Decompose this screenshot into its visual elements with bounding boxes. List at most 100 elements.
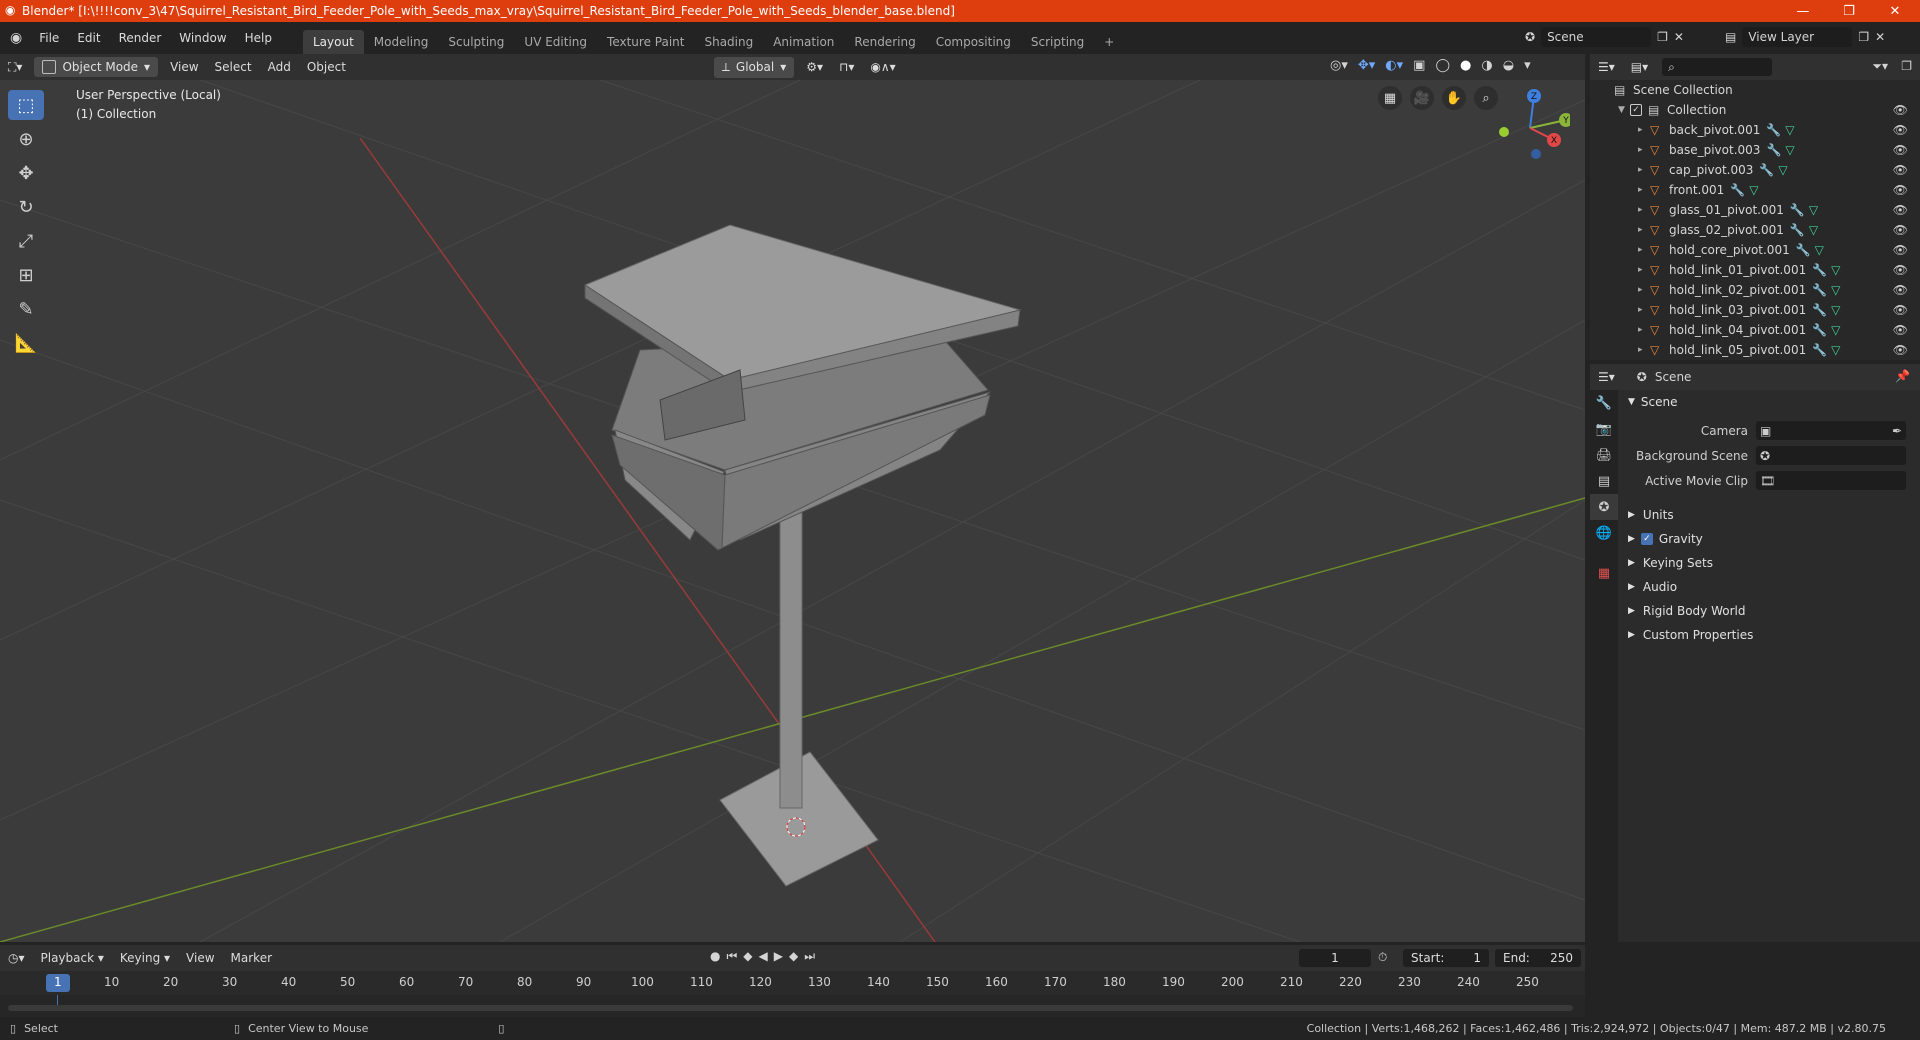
tab-animation[interactable]: Animation [763, 30, 844, 54]
next-keyframe-icon[interactable]: ◆ [789, 949, 798, 964]
outliner-object-row[interactable]: ▸ ▽ hold_link_01_pivot.001 🔧 ▽ 👁 [1590, 260, 1920, 280]
outliner-object-row[interactable]: ▸ ▽ glass_01_pivot.001 🔧 ▽ 👁 [1590, 200, 1920, 220]
menu-add[interactable]: Add [260, 57, 299, 77]
shading-options-icon[interactable]: ▾ [1524, 58, 1531, 73]
scene-tab-icon[interactable]: ✪ [1590, 494, 1618, 520]
pivot-icon[interactable]: ⚙▾ [798, 57, 831, 77]
rigid-body-world-panel-header[interactable]: ▶ Rigid Body World [1618, 599, 1920, 623]
expand-right-icon[interactable]: ▸ [1638, 305, 1650, 315]
expand-right-icon[interactable]: ▸ [1638, 205, 1650, 215]
solid-shading-icon[interactable]: ● [1460, 58, 1471, 73]
prev-keyframe-icon[interactable]: ◆ [743, 949, 752, 964]
gravity-checkbox[interactable]: ✓ [1640, 533, 1653, 545]
overlay-toggle-icon[interactable]: ◐▾ [1385, 58, 1403, 73]
jump-start-icon[interactable]: ⏮ [726, 949, 737, 964]
gizmo-neg-y[interactable] [1499, 127, 1509, 137]
expand-right-icon[interactable]: ▸ [1638, 165, 1650, 175]
orientation-dropdown[interactable]: ⟂ Global ▾ [713, 56, 795, 78]
tab-rendering[interactable]: Rendering [844, 30, 925, 54]
modifier-wrench-icon[interactable]: 🔧 [1759, 163, 1774, 177]
custom-properties-panel-header[interactable]: ▶ Custom Properties [1618, 623, 1920, 647]
eye-icon[interactable]: 👁 [1893, 163, 1908, 177]
expand-right-icon[interactable]: ▸ [1638, 285, 1650, 295]
modifier-wrench-icon[interactable]: 🔧 [1812, 263, 1827, 277]
mesh-data-icon[interactable]: ▽ [1831, 323, 1840, 337]
marker-menu[interactable]: Marker [223, 948, 280, 968]
tab-shading[interactable]: Shading [694, 30, 763, 54]
timeline-view-menu[interactable]: View [178, 948, 222, 968]
mesh-data-icon[interactable]: ▽ [1778, 163, 1787, 177]
outliner-row-scene-collection[interactable]: ▤ Scene Collection [1590, 80, 1920, 100]
timeline-body[interactable] [0, 995, 1585, 1017]
expand-right-icon[interactable]: ▸ [1638, 145, 1650, 155]
expand-right-icon[interactable]: ▸ [1638, 225, 1650, 235]
play-icon[interactable]: ▶ [774, 949, 783, 964]
navigation-gizmo[interactable]: Z Y X [1490, 88, 1570, 168]
render-tab-icon[interactable]: 📷 [1590, 416, 1618, 442]
maximize-button[interactable]: ❐ [1826, 0, 1872, 22]
measure-tool-icon[interactable]: 📐 [8, 328, 44, 358]
eye-icon[interactable]: 👁 [1893, 183, 1908, 197]
keying-sets-panel-header[interactable]: ▶ Keying Sets [1618, 551, 1920, 575]
camera-field[interactable]: ▣ ✒ [1756, 421, 1906, 440]
collection-checkbox[interactable]: ✓ [1630, 104, 1642, 116]
menu-object[interactable]: Object [299, 57, 354, 77]
expand-right-icon[interactable]: ▸ [1638, 245, 1650, 255]
mesh-data-icon[interactable]: ▽ [1831, 303, 1840, 317]
menu-help[interactable]: Help [236, 31, 281, 45]
modifier-wrench-icon[interactable]: 🔧 [1766, 123, 1781, 137]
expand-right-icon[interactable]: ▸ [1638, 265, 1650, 275]
minimize-button[interactable]: — [1780, 0, 1826, 22]
mesh-data-icon[interactable]: ▽ [1785, 123, 1794, 137]
wireframe-shading-icon[interactable]: ◯ [1435, 58, 1450, 73]
delete-scene-icon[interactable]: ✕ [1674, 30, 1684, 44]
modifier-wrench-icon[interactable]: 🔧 [1812, 283, 1827, 297]
outliner-object-row[interactable]: ▸ ▽ hold_link_05_pivot.001 🔧 ▽ 👁 [1590, 340, 1920, 360]
gizmo-toggle-icon[interactable]: ✥▾ [1358, 58, 1375, 73]
outliner-object-row[interactable]: ▸ ▽ hold_link_04_pivot.001 🔧 ▽ 👁 [1590, 320, 1920, 340]
world-tab-icon[interactable]: 🌐 [1590, 520, 1618, 546]
scene-panel-header[interactable]: ▼ Scene [1618, 390, 1920, 414]
pin-icon[interactable]: 📌 [1895, 369, 1910, 383]
annotate-tool-icon[interactable]: ✎ [8, 294, 44, 324]
expand-right-icon[interactable]: ▸ [1638, 185, 1650, 195]
move-tool-icon[interactable]: ✥ [8, 158, 44, 188]
new-collection-icon[interactable]: ❐ [1901, 59, 1912, 73]
mesh-data-icon[interactable]: ▽ [1815, 243, 1824, 257]
new-view-layer-icon[interactable]: ❐ [1858, 30, 1869, 44]
units-panel-header[interactable]: ▶ Units [1618, 503, 1920, 527]
outliner-object-row[interactable]: ▸ ▽ hold_link_03_pivot.001 🔧 ▽ 👁 [1590, 300, 1920, 320]
menu-edit[interactable]: Edit [68, 31, 109, 45]
tab-uv-editing[interactable]: UV Editing [514, 30, 597, 54]
new-scene-icon[interactable]: ❐ [1657, 30, 1668, 44]
xray-icon[interactable]: ▣ [1413, 58, 1425, 73]
menu-select[interactable]: Select [207, 57, 260, 77]
eye-icon[interactable]: 👁 [1893, 343, 1908, 357]
menu-view[interactable]: View [162, 57, 206, 77]
select-box-tool-icon[interactable]: ⬚ [8, 90, 44, 120]
tab-compositing[interactable]: Compositing [926, 30, 1021, 54]
camera-view-icon[interactable]: 🎥 [1410, 86, 1434, 110]
current-frame-field[interactable]: 1 [1299, 949, 1371, 967]
eye-icon[interactable]: 👁 [1893, 323, 1908, 337]
eyedropper-icon[interactable]: ✒ [1892, 424, 1902, 438]
modifier-wrench-icon[interactable]: 🔧 [1796, 243, 1811, 257]
expand-right-icon[interactable]: ▸ [1638, 125, 1650, 135]
background-scene-field[interactable]: ✪ [1756, 446, 1906, 465]
outliner-object-row[interactable]: ▸ ▽ glass_02_pivot.001 🔧 ▽ 👁 [1590, 220, 1920, 240]
mode-dropdown[interactable]: Object Mode ▾ [34, 57, 159, 77]
menu-render[interactable]: Render [110, 31, 171, 45]
view-layer-field[interactable]: View Layer [1742, 27, 1853, 47]
filter-icon[interactable]: ⏷▾ [1872, 59, 1888, 74]
view-layer-tab-icon[interactable]: ▤ [1590, 468, 1618, 494]
outliner-object-row[interactable]: ▸ ▽ base_pivot.003 🔧 ▽ 👁 [1590, 140, 1920, 160]
eye-icon[interactable]: 👁 [1893, 143, 1908, 157]
tab-sculpting[interactable]: Sculpting [438, 30, 514, 54]
tab-modeling[interactable]: Modeling [364, 30, 439, 54]
record-icon[interactable]: ● [710, 949, 720, 964]
modifier-wrench-icon[interactable]: 🔧 [1812, 323, 1827, 337]
tab-layout[interactable]: Layout [302, 30, 364, 54]
outliner-search-input[interactable]: ⌕ [1662, 58, 1773, 76]
mesh-data-icon[interactable]: ▽ [1809, 223, 1818, 237]
outliner-object-row[interactable]: ▸ ▽ hold_core_pivot.001 🔧 ▽ 👁 [1590, 240, 1920, 260]
